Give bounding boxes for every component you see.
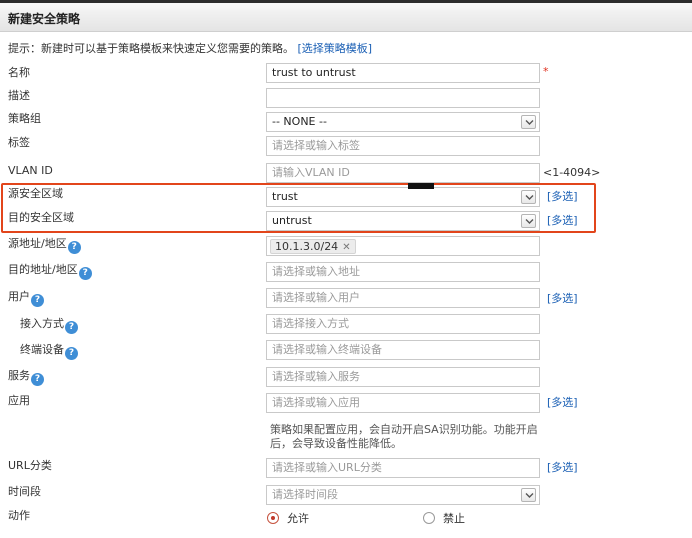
cursor-marker [408,183,434,189]
radio-unchecked-icon[interactable] [423,512,435,524]
terminal-label-text: 终端设备 [20,343,64,356]
vlan-input[interactable]: 请输入VLAN ID [266,163,540,183]
chevron-down-icon[interactable] [521,115,536,129]
application-multi-select-link[interactable]: [多选] [547,394,578,410]
dialog-titlebar: 新建安全策略 [0,3,692,32]
vlan-range-hint: <1-4094> [543,166,601,179]
close-icon[interactable]: ✕ [342,242,350,253]
description-label: 描述 [8,89,30,102]
service-label: 服务? [8,367,44,386]
help-icon[interactable]: ? [78,267,92,280]
time-range-select[interactable]: 请选择时间段 [266,485,540,505]
hint-line: 提示：新建时可以基于策略模板来快速定义您需要的策略。 [选择策略模板] [8,40,372,56]
help-icon[interactable]: ? [65,347,78,360]
src-addr-tag: 10.1.3.0/24 ✕ [270,239,356,254]
terminal-input[interactable]: 请选择或输入终端设备 [266,340,540,360]
terminal-label: 终端设备? [20,341,78,360]
dst-addr-label: 目的地址/地区? [8,261,92,280]
help-icon[interactable]: ? [31,373,44,386]
user-label-text: 用户 [8,290,30,303]
policy-group-value: -- NONE -- [272,115,327,128]
action-deny-radio[interactable]: 禁止 [423,510,465,526]
dst-addr-label-text: 目的地址/地区 [8,263,78,276]
help-icon[interactable]: ? [65,321,78,334]
src-addr-input[interactable]: 10.1.3.0/24 ✕ [266,236,540,256]
dst-addr-input[interactable]: 请选择或输入地址 [266,262,540,282]
required-mark: * [543,65,549,78]
user-multi-select-link[interactable]: [多选] [547,290,578,306]
dialog-title: 新建安全策略 [8,12,81,26]
service-input[interactable]: 请选择或输入服务 [266,367,540,387]
application-input[interactable]: 请选择或输入应用 [266,393,540,413]
user-label: 用户? [8,288,44,307]
action-allow-text: 允许 [287,512,309,525]
src-zone-value: trust [272,190,298,203]
name-label: 名称 [8,66,30,79]
application-label: 应用 [8,394,30,407]
policy-group-select[interactable]: -- NONE -- [266,112,540,132]
chevron-down-icon[interactable] [521,214,536,228]
src-addr-label-text: 源地址/地区 [8,237,67,250]
src-zone-select[interactable]: trust [266,187,540,207]
vlan-label: VLAN ID [8,164,53,177]
help-icon[interactable]: ? [67,241,81,254]
hint-text: 提示：新建时可以基于策略模板来快速定义您需要的策略。 [8,42,294,55]
tag-input[interactable]: 请选择或输入标签 [266,136,540,156]
application-note: 策略如果配置应用，会自动开启SA识别功能。功能开启后，会导致设备性能降低。 [270,423,538,450]
src-addr-label: 源地址/地区? [8,235,81,254]
dst-zone-label: 目的安全区域 [8,211,74,224]
dst-zone-multi-select-link[interactable]: [多选] [547,212,578,228]
access-mode-label-text: 接入方式 [20,317,64,330]
chevron-down-icon[interactable] [521,488,536,502]
user-input[interactable]: 请选择或输入用户 [266,288,540,308]
action-deny-text: 禁止 [443,512,465,525]
radio-checked-icon[interactable] [267,512,279,524]
name-input[interactable]: trust to untrust [266,63,540,83]
src-zone-label: 源安全区域 [8,187,63,200]
chevron-down-icon[interactable] [521,190,536,204]
time-range-placeholder: 请选择时间段 [272,488,338,501]
policy-group-label: 策略组 [8,112,41,125]
dst-zone-value: untrust [272,214,312,227]
action-allow-radio[interactable]: 允许 [267,510,309,526]
src-zone-multi-select-link[interactable]: [多选] [547,188,578,204]
dst-zone-select[interactable]: untrust [266,211,540,231]
action-label: 动作 [8,509,30,522]
url-category-input[interactable]: 请选择或输入URL分类 [266,458,540,478]
url-category-label: URL分类 [8,459,52,472]
access-mode-input[interactable]: 请选择接入方式 [266,314,540,334]
url-category-multi-select-link[interactable]: [多选] [547,459,578,475]
time-range-label: 时间段 [8,485,41,498]
access-mode-label: 接入方式? [20,315,78,334]
src-addr-tag-text: 10.1.3.0/24 [275,240,339,253]
select-template-link[interactable]: [选择策略模板] [298,42,373,55]
description-input[interactable] [266,88,540,108]
service-label-text: 服务 [8,369,30,382]
help-icon[interactable]: ? [31,294,44,307]
tag-label: 标签 [8,136,30,149]
